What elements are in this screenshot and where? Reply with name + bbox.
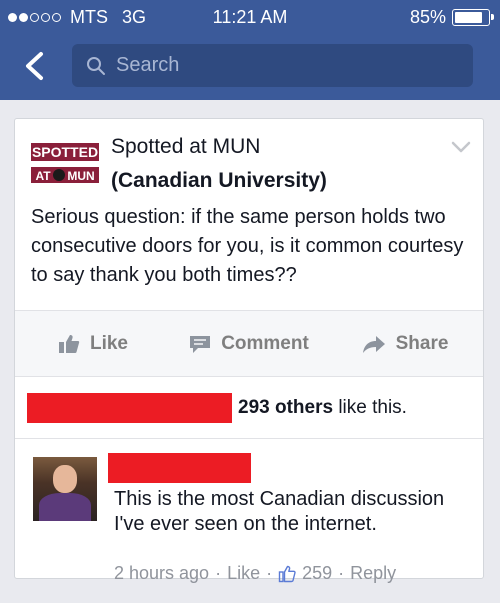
back-button[interactable]	[16, 46, 52, 86]
comment-like-link[interactable]: Like	[227, 563, 260, 584]
annotation-text: (Canadian University)	[111, 169, 327, 192]
battery-percent: 85%	[409, 7, 446, 27]
commenter-avatar[interactable]	[33, 457, 97, 521]
like-label: Like	[89, 332, 129, 354]
separator-dot: ·	[215, 563, 222, 583]
thumbs-up-outline-icon	[278, 565, 296, 582]
likes-count: 293 others	[238, 396, 334, 418]
redacted-commenter-name	[108, 453, 251, 483]
comment-reply-link[interactable]: Reply	[350, 563, 396, 584]
logo-text-at: AT	[35, 169, 51, 183]
comment-meta: 2 hours ago · Like · 259 · Reply	[114, 563, 396, 584]
comment-item: This is the most Canadian discussion I'v…	[15, 438, 483, 583]
chevron-down-icon[interactable]	[451, 141, 471, 153]
separator-dot: ·	[266, 563, 273, 583]
search-placeholder: Search	[116, 54, 180, 76]
post-header: SPOTTED AT MUN Spotted at MUN (Canadian …	[15, 119, 483, 195]
battery-icon	[452, 9, 494, 26]
logo-text-spotted: SPOTTED	[32, 144, 98, 160]
comment-bubble-icon	[190, 335, 211, 353]
redacted-name-box	[27, 392, 232, 423]
page-logo[interactable]: SPOTTED AT MUN	[31, 135, 99, 195]
top-bar: MTS 3G 11:21 AM 85% Search	[0, 0, 500, 100]
page-name-link[interactable]: Spotted at MUN	[111, 135, 260, 159]
chevron-left-icon	[26, 52, 43, 80]
post-body-text: Serious question: if the same person hol…	[31, 206, 464, 286]
share-button[interactable]: Share	[327, 333, 483, 355]
like-button[interactable]: Like	[15, 333, 171, 355]
comment-time: 2 hours ago	[114, 563, 210, 583]
comment-text: This is the most Canadian discussion I'v…	[114, 488, 445, 535]
comment-label: Comment	[221, 332, 309, 354]
comment-button[interactable]: Comment	[171, 333, 327, 355]
likes-suffix: like this.	[333, 396, 407, 418]
share-label: Share	[395, 332, 449, 354]
status-bar: MTS 3G 11:21 AM 85%	[0, 0, 500, 34]
share-arrow-icon	[362, 335, 385, 353]
logo-text-mun: MUN	[67, 169, 94, 183]
comment-like-count: 259	[302, 563, 333, 583]
post-actions: Like Comment Share	[15, 310, 483, 376]
search-input[interactable]: Search	[72, 44, 473, 87]
post-card: SPOTTED AT MUN Spotted at MUN (Canadian …	[14, 118, 484, 583]
thumbs-up-icon	[58, 334, 80, 353]
separator-dot: ·	[338, 563, 345, 583]
search-icon	[87, 56, 105, 75]
likes-summary[interactable]: 293 others like this.	[15, 376, 483, 438]
